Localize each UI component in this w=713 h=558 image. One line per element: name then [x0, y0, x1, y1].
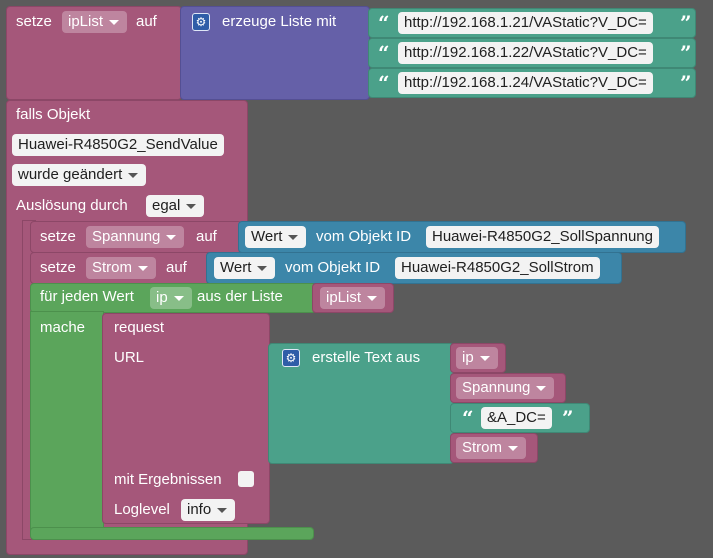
loglevel-dropdown[interactable]: info — [181, 499, 236, 521]
for-each-label: für jeden Wert — [40, 288, 134, 305]
gear-icon[interactable]: ⚙ — [282, 349, 300, 367]
spannung-variable-dropdown[interactable]: Spannung — [86, 226, 185, 248]
mit-ergebnissen-checkbox[interactable] — [238, 471, 254, 487]
spannung-object-id-field[interactable]: Huawei-R4850G2_SollSpannung — [426, 226, 659, 248]
ausloesung-label: Auslösung durch — [16, 197, 128, 214]
ip-variable-dropdown[interactable]: ip — [456, 347, 498, 369]
strom-object-id-field[interactable]: Huawei-R4850G2_SollStrom — [395, 257, 600, 279]
open-quote-icon: “ — [462, 406, 474, 430]
auf-keyword: auf — [136, 13, 157, 30]
vom-objekt-label: vom Objekt ID — [285, 259, 381, 276]
url-label: URL — [114, 349, 145, 366]
create-list-label: erzeuge Liste mit — [222, 13, 337, 30]
trigger-condition-dropdown[interactable]: wurde geändert — [12, 164, 147, 186]
request-block[interactable] — [102, 313, 270, 524]
close-quote-icon: ” — [680, 71, 692, 95]
spannung-variable-dropdown[interactable]: Spannung — [456, 377, 555, 399]
list-item-url-3[interactable]: http://192.168.1.24/VAStatic?V_DC= — [398, 72, 653, 94]
loop-variable-dropdown[interactable]: ip — [150, 287, 192, 309]
strom-variable-dropdown[interactable]: Strom — [456, 437, 527, 459]
for-each-body-left — [30, 311, 104, 539]
close-quote-icon: ” — [680, 11, 692, 35]
trigger-object-id-field[interactable]: Huawei-R4850G2_SendValue — [12, 134, 224, 156]
set-keyword: setze — [16, 13, 52, 30]
aus-der-liste-label: aus der Liste — [197, 288, 283, 305]
vom-objekt-label: vom Objekt ID — [316, 228, 412, 245]
open-quote-icon: “ — [378, 71, 390, 95]
for-each-footer — [30, 527, 314, 540]
open-quote-icon: “ — [378, 11, 390, 35]
mache-label: mache — [40, 319, 86, 336]
auf-keyword: auf — [166, 259, 187, 276]
set-keyword: setze — [40, 259, 76, 276]
list-item-url-1[interactable]: http://192.168.1.21/VAStatic?V_DC= — [398, 12, 653, 34]
wert-dropdown[interactable]: Wert — [245, 226, 307, 248]
list-variable-dropdown[interactable]: ipList — [320, 287, 386, 309]
text-literal-field[interactable]: &A_DC= — [481, 407, 552, 429]
close-quote-icon: ” — [680, 41, 692, 65]
open-quote-icon: “ — [378, 41, 390, 65]
build-text-label: erstelle Text aus — [312, 349, 421, 366]
close-quote-icon: ” — [562, 406, 574, 430]
auf-keyword: auf — [196, 228, 217, 245]
wert-dropdown[interactable]: Wert — [214, 257, 276, 279]
iplist-variable-dropdown[interactable]: ipList — [62, 11, 128, 33]
set-keyword: setze — [40, 228, 76, 245]
gear-icon[interactable]: ⚙ — [192, 13, 210, 31]
list-item-url-2[interactable]: http://192.168.1.22/VAStatic?V_DC= — [398, 42, 653, 64]
loglevel-label: Loglevel — [114, 501, 170, 518]
mit-ergebnissen-label: mit Ergebnissen — [114, 471, 222, 488]
falls-objekt-label: falls Objekt — [16, 106, 91, 123]
request-title: request — [114, 319, 165, 336]
ausloesung-dropdown[interactable]: egal — [146, 195, 205, 217]
strom-variable-dropdown[interactable]: Strom — [86, 257, 157, 279]
